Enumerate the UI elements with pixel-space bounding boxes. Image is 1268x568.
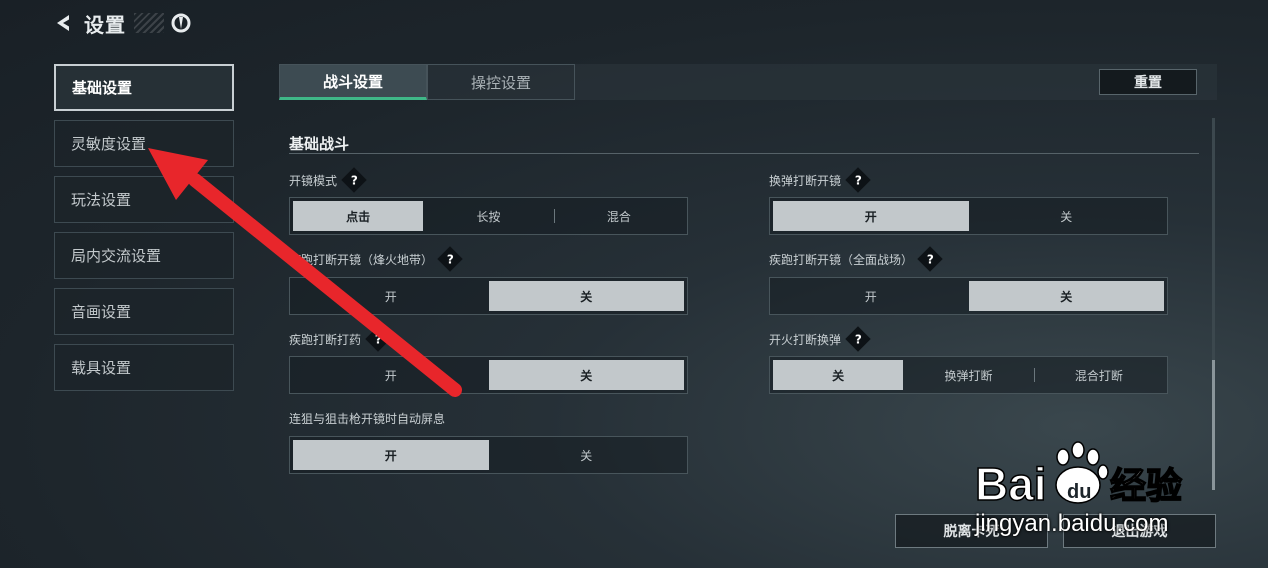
setting-label-auto-hold-breath: 连狙与狙击枪开镜时自动屏息 (289, 410, 445, 427)
help-glyph: ? (854, 332, 862, 346)
option-hold[interactable]: 长按 (423, 201, 553, 231)
help-icon[interactable]: ? (845, 326, 871, 352)
option-off[interactable]: 关 (773, 360, 904, 390)
section-title: 基础战斗 (289, 135, 350, 153)
setting-label-sprint-medicine: 疾跑打断打药 ? (289, 326, 391, 352)
help-icon[interactable]: ? (365, 326, 391, 352)
scope-mode-selector: 点击 长按 混合 (289, 197, 688, 235)
option-on[interactable]: 开 (293, 440, 489, 470)
sprint-scope-full-toggle: 开 关 (769, 277, 1168, 315)
page-title: 设置 (84, 12, 126, 37)
help-glyph: ? (926, 252, 934, 266)
option-mixed[interactable]: 混合 (553, 201, 684, 231)
reset-button[interactable]: 重置 (1099, 69, 1197, 95)
option-off[interactable]: 关 (489, 440, 685, 470)
section-divider (289, 153, 1199, 154)
option-reload-interrupt[interactable]: 换弹打断 (903, 360, 1033, 390)
label-text: 疾跑打断打药 (289, 332, 362, 347)
sidebar-item-gameplay[interactable]: 玩法设置 (54, 176, 234, 223)
setting-label-fire-reload: 开火打断换弹 ? (769, 326, 871, 352)
option-off[interactable]: 关 (488, 281, 684, 311)
help-glyph: ? (446, 252, 454, 266)
fire-reload-selector: 关 换弹打断 混合打断 (769, 356, 1168, 394)
option-mixed-interrupt[interactable]: 混合打断 (1033, 360, 1164, 390)
label-text: 疾跑打断开镜（全面战场） (769, 252, 914, 267)
sidebar-item-basic[interactable]: 基础设置 (54, 64, 234, 111)
reload-scope-toggle: 开 关 (769, 197, 1168, 235)
help-icon[interactable]: ? (437, 246, 463, 272)
sprint-medicine-toggle: 开 关 (289, 356, 688, 394)
label-text: 疾跑打断开镜（烽火地带） (289, 252, 434, 267)
watermark-url: jingyan.baidu.com (975, 510, 1169, 537)
tab-controls[interactable]: 操控设置 (427, 64, 575, 100)
scrollbar-thumb[interactable] (1212, 360, 1215, 490)
help-glyph: ? (854, 173, 862, 187)
option-tap[interactable]: 点击 (293, 201, 424, 231)
sidebar-item-communication[interactable]: 局内交流设置 (54, 232, 234, 279)
auto-hold-breath-toggle: 开 关 (289, 436, 688, 474)
setting-label-scope-mode: 开镜模式 ? (289, 167, 367, 193)
option-off[interactable]: 关 (968, 281, 1164, 311)
settings-sidebar: 基础设置 灵敏度设置 玩法设置 局内交流设置 音画设置 载具设置 (54, 64, 234, 400)
setting-label-reload-scope: 换弹打断开镜 ? (769, 167, 871, 193)
svg-text:du: du (1067, 481, 1091, 503)
option-on[interactable]: 开 (293, 281, 489, 311)
setting-label-sprint-scope-beacon: 疾跑打断开镜（烽火地带） ? (289, 246, 463, 272)
option-on[interactable]: 开 (773, 281, 969, 311)
sidebar-item-audio-video[interactable]: 音画设置 (54, 288, 234, 335)
sidebar-item-vehicle[interactable]: 载具设置 (54, 344, 234, 391)
label-text: 开火打断换弹 (769, 332, 842, 347)
help-icon[interactable]: ? (341, 167, 367, 193)
help-icon[interactable]: ? (845, 167, 871, 193)
help-icon[interactable]: ? (917, 246, 943, 272)
option-on[interactable]: 开 (773, 201, 969, 231)
sprint-scope-beacon-toggle: 开 关 (289, 277, 688, 315)
header: 设置 (50, 8, 194, 38)
back-arrow-icon[interactable] (50, 10, 76, 36)
help-glyph: ? (374, 332, 382, 346)
label-text: 换弹打断开镜 (769, 173, 842, 188)
game-logo-icon (168, 10, 194, 36)
option-off[interactable]: 关 (488, 360, 684, 390)
tab-bar: 战斗设置 操控设置 重置 (279, 64, 1217, 100)
header-decoration (134, 13, 164, 33)
help-glyph: ? (350, 173, 358, 187)
option-on[interactable]: 开 (293, 360, 489, 390)
label-text: 开镜模式 (289, 173, 338, 188)
svg-text:经验: 经验 (1110, 466, 1182, 507)
tab-combat[interactable]: 战斗设置 (279, 64, 427, 100)
label-text: 连狙与狙击枪开镜时自动屏息 (289, 412, 446, 426)
setting-label-sprint-scope-full: 疾跑打断开镜（全面战场） ? (769, 246, 943, 272)
sidebar-item-sensitivity[interactable]: 灵敏度设置 (54, 120, 234, 167)
svg-text:Bai: Bai (975, 458, 1047, 510)
option-off[interactable]: 关 (969, 201, 1165, 231)
